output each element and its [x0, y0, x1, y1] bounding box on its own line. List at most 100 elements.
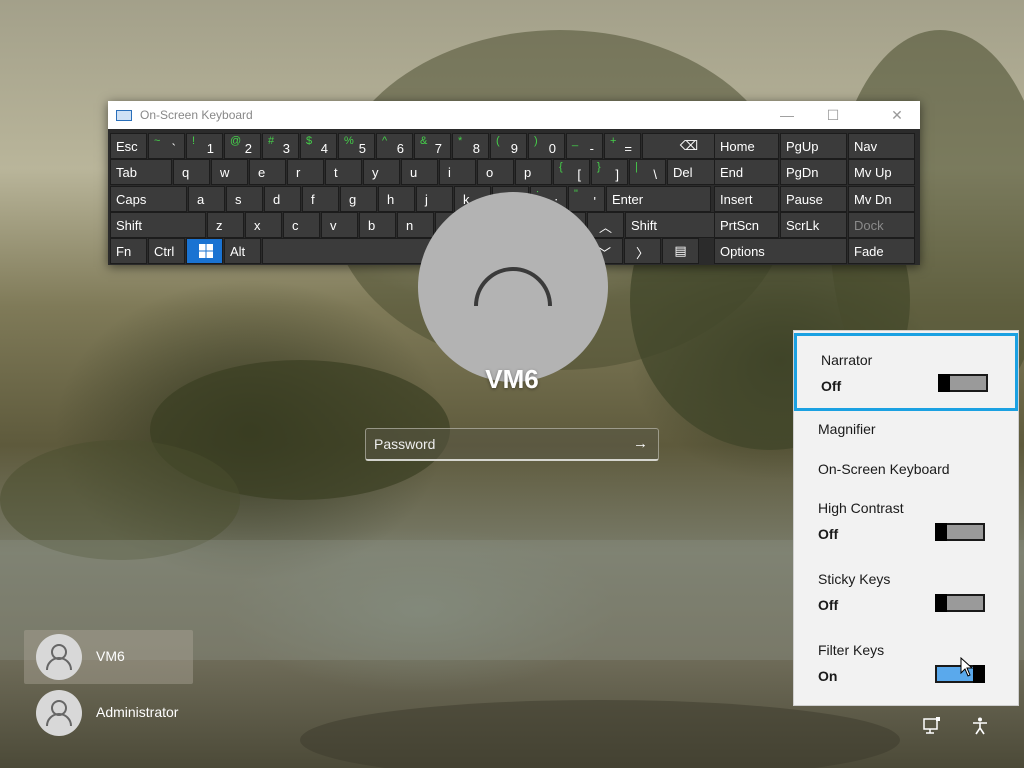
key-4[interactable]: $4	[300, 133, 337, 159]
key-home[interactable]: Home	[714, 133, 779, 159]
key-s[interactable]: s	[226, 186, 263, 212]
submit-arrow-button[interactable]: →	[633, 435, 648, 452]
narrator-toggle[interactable]	[938, 374, 988, 392]
key-tab[interactable]: Tab	[110, 159, 172, 185]
key-shift-char: #	[268, 135, 275, 147]
on-screen-keyboard-item[interactable]: On-Screen Keyboard	[794, 451, 1018, 487]
key-pgup[interactable]: PgUp	[780, 133, 847, 159]
key-r[interactable]: r	[287, 159, 324, 185]
key-a[interactable]: a	[188, 186, 225, 212]
key-shift-char: $	[306, 135, 313, 147]
key-main-char: 0	[548, 141, 556, 156]
key-label: r	[296, 165, 301, 180]
key-shift[interactable]: Shift	[110, 212, 206, 238]
key-h[interactable]: h	[378, 186, 415, 212]
key-label: End	[720, 165, 744, 180]
key-blank[interactable]: ~ `	[148, 133, 185, 159]
key-enter[interactable]: Enter	[606, 186, 711, 212]
key-alt[interactable]: Alt	[224, 238, 261, 264]
key-main-char: 3	[282, 141, 290, 156]
key-u[interactable]: u	[401, 159, 438, 185]
key-label: o	[486, 165, 494, 180]
key-o[interactable]: o	[477, 159, 514, 185]
key-q[interactable]: q	[173, 159, 210, 185]
key-8[interactable]: * 8	[452, 133, 489, 159]
key-v[interactable]: v	[321, 212, 358, 238]
key-blank[interactable]: {[	[553, 159, 590, 185]
key-g[interactable]: g	[340, 186, 377, 212]
key-0[interactable]: ) 0	[528, 133, 565, 159]
password-input[interactable]	[366, 429, 624, 459]
key-b[interactable]: b	[359, 212, 396, 238]
user-item-administrator[interactable]: Administrator	[24, 686, 193, 740]
sticky-keys-item[interactable]: Sticky Keys Off	[794, 564, 1018, 628]
key-fn[interactable]: Fn	[110, 238, 147, 264]
high-contrast-toggle[interactable]	[935, 523, 985, 541]
key-d[interactable]: d	[264, 186, 301, 212]
sticky-keys-toggle[interactable]	[935, 594, 985, 612]
key-fade[interactable]: Fade	[848, 238, 915, 264]
key-mv-up[interactable]: Mv Up	[848, 159, 915, 185]
minimize-button[interactable]: —	[764, 101, 810, 129]
key-right-arrow[interactable]: 〉	[624, 238, 661, 264]
key-3[interactable]: #3	[262, 133, 299, 159]
key-blank[interactable]: }]	[591, 159, 628, 185]
key-menu[interactable]: ▤	[662, 238, 699, 264]
ease-of-access-icon[interactable]	[970, 716, 990, 736]
key-e[interactable]: e	[249, 159, 286, 185]
key-end[interactable]: End	[714, 159, 779, 185]
key-1[interactable]: ! 1	[186, 133, 223, 159]
key-backslash[interactable]: | \	[629, 159, 666, 185]
narrator-item[interactable]: Narrator Off	[794, 333, 1018, 411]
key-shift[interactable]: Shift	[625, 212, 721, 238]
key-del[interactable]: Del	[667, 159, 715, 185]
key-main-char: 5	[358, 141, 366, 156]
key-caps[interactable]: Caps	[110, 186, 187, 212]
key-blank[interactable]: " '	[568, 186, 605, 212]
key-pgdn[interactable]: PgDn	[780, 159, 847, 185]
high-contrast-item[interactable]: High Contrast Off	[794, 493, 1018, 557]
key-5[interactable]: % 5	[338, 133, 375, 159]
key-j[interactable]: j	[416, 186, 453, 212]
key-f[interactable]: f	[302, 186, 339, 212]
key-blank[interactable]: _ -	[566, 133, 603, 159]
key-windows[interactable]	[186, 238, 223, 264]
key-blank[interactable]: + =	[604, 133, 641, 159]
key-mv-dn[interactable]: Mv Dn	[848, 186, 915, 212]
key-w[interactable]: w	[211, 159, 248, 185]
key-i[interactable]: i	[439, 159, 476, 185]
key-scrlk[interactable]: ScrLk	[780, 212, 847, 238]
key-y[interactable]: y	[363, 159, 400, 185]
key-label: Fade	[854, 244, 884, 259]
key-label: s	[235, 192, 242, 207]
key-pause[interactable]: Pause	[780, 186, 847, 212]
key-x[interactable]: x	[245, 212, 282, 238]
user-item-vm6[interactable]: VM6	[24, 630, 193, 684]
close-button[interactable]: ✕	[874, 101, 920, 129]
key-9[interactable]: (9	[490, 133, 527, 159]
key-6[interactable]: ^ 6	[376, 133, 413, 159]
key-label: n	[406, 218, 414, 233]
key-z[interactable]: z	[207, 212, 244, 238]
key-7[interactable]: & 7	[414, 133, 451, 159]
key-p[interactable]: p	[515, 159, 552, 185]
key-t[interactable]: t	[325, 159, 362, 185]
key-c[interactable]: c	[283, 212, 320, 238]
filter-keys-item[interactable]: Filter Keys On	[794, 635, 1018, 699]
maximize-button[interactable]: ☐	[810, 101, 856, 129]
magnifier-item[interactable]: Magnifier	[794, 411, 1018, 447]
key-2[interactable]: @2	[224, 133, 261, 159]
network-icon[interactable]	[922, 716, 942, 736]
key-n[interactable]: n	[397, 212, 434, 238]
narrator-state: Off	[821, 378, 842, 394]
osk-titlebar[interactable]: On-Screen Keyboard — ☐ ✕	[108, 101, 920, 129]
key-options[interactable]: Options	[714, 238, 847, 264]
key-prtscn[interactable]: PrtScn	[714, 212, 779, 238]
key-label: Fn	[116, 244, 132, 259]
key-label: Tab	[116, 165, 137, 180]
key-ctrl[interactable]: Ctrl	[148, 238, 185, 264]
key-esc[interactable]: Esc	[110, 133, 147, 159]
key-insert[interactable]: Insert	[714, 186, 779, 212]
key-nav[interactable]: Nav	[848, 133, 915, 159]
key-label: PgUp	[786, 139, 819, 154]
